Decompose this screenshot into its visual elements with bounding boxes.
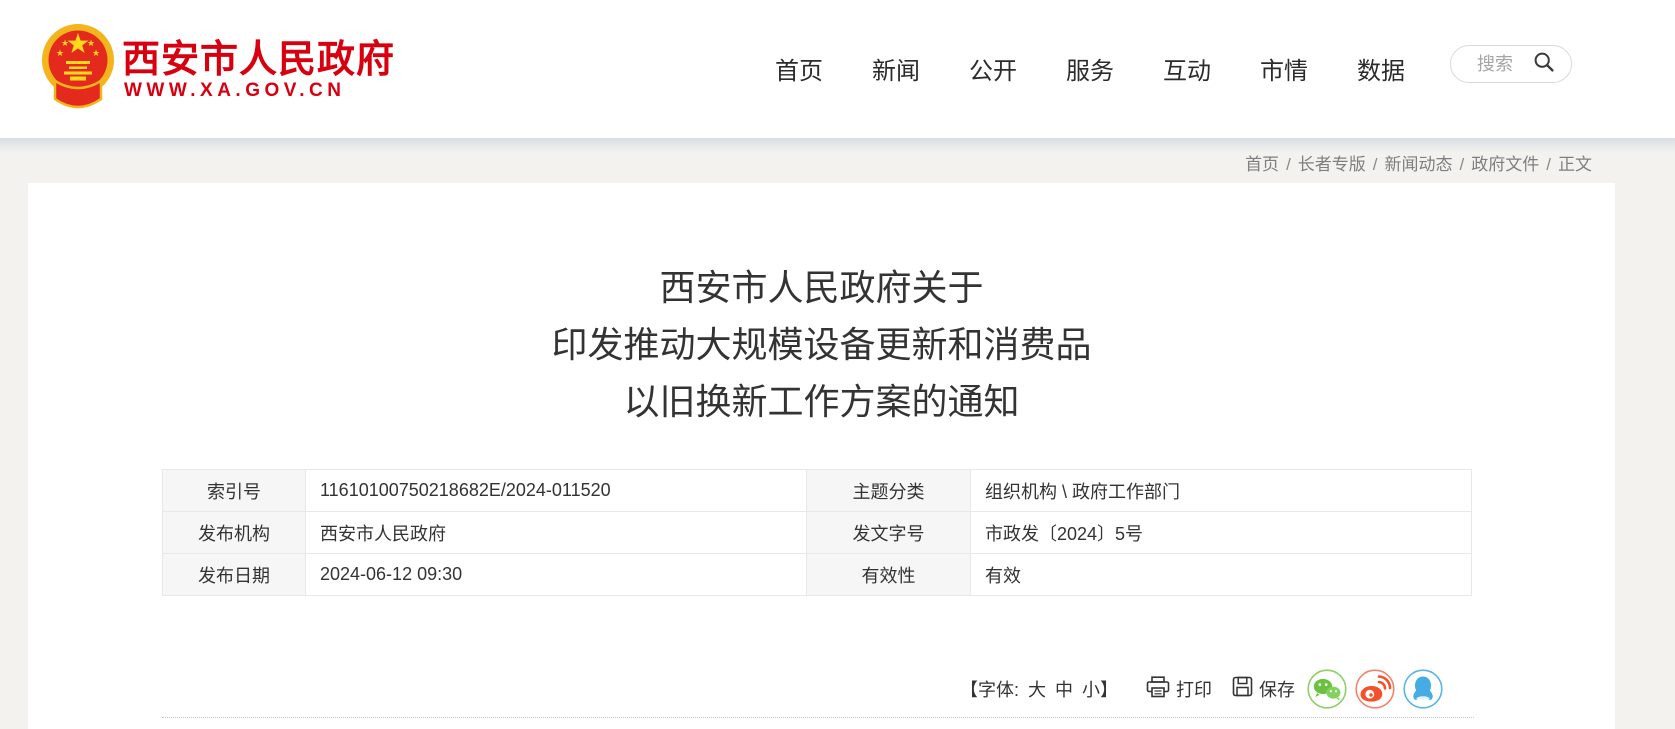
save-icon xyxy=(1232,676,1253,702)
document-title-line-1: 西安市人民政府关于 xyxy=(28,259,1615,316)
table-row: 发布机构 西安市人民政府 发文字号 市政发〔2024〕5号 xyxy=(163,512,1472,554)
document-title-line-2: 印发推动大规模设备更新和消费品 xyxy=(28,316,1615,373)
nav-item-data[interactable]: 数据 xyxy=(1357,51,1405,86)
print-label: 打印 xyxy=(1176,676,1212,702)
nav-item-service[interactable]: 服务 xyxy=(1066,51,1114,86)
table-row: 索引号 11610100750218682E/2024-011520 主题分类 … xyxy=(163,470,1472,512)
page: ★ ★ ★ ★ 西安市人民政府 WWW.XA.GOV.CN 首页 新闻 公开 服… xyxy=(0,0,1675,729)
breadcrumb-separator: / xyxy=(1546,155,1551,174)
article-toolbar: 【字体: 大 中 小 】 打印 xyxy=(960,667,1443,711)
search-icon[interactable] xyxy=(1533,51,1555,78)
nav-item-home[interactable]: 首页 xyxy=(775,51,823,86)
nav-item-news[interactable]: 新闻 xyxy=(872,51,920,86)
document-title-line-3: 以旧换新工作方案的通知 xyxy=(28,373,1615,430)
svg-text:★: ★ xyxy=(92,48,100,58)
svg-text:★: ★ xyxy=(61,38,69,48)
font-size-small-button[interactable]: 小 xyxy=(1082,676,1100,702)
site-title: 西安市人民政府 xyxy=(122,28,395,83)
breadcrumb-govdocs[interactable]: 政府文件 xyxy=(1471,155,1539,174)
breadcrumb-separator: / xyxy=(1460,155,1465,174)
wechat-icon[interactable] xyxy=(1307,669,1347,709)
meta-label: 索引号 xyxy=(163,470,306,512)
meta-label: 有效性 xyxy=(807,554,971,596)
meta-value: 组织机构 \ 政府工作部门 xyxy=(971,470,1472,512)
meta-value: 有效 xyxy=(971,554,1472,596)
main-nav: 首页 新闻 公开 服务 互动 市情 数据 xyxy=(775,51,1405,86)
breadcrumb-home[interactable]: 首页 xyxy=(1245,155,1279,174)
font-size-suffix: 】 xyxy=(1100,676,1118,702)
svg-text:★: ★ xyxy=(56,48,64,58)
meta-value: 西安市人民政府 xyxy=(306,512,807,554)
font-size-large-button[interactable]: 大 xyxy=(1028,676,1046,702)
site-header: ★ ★ ★ ★ 西安市人民政府 WWW.XA.GOV.CN 首页 新闻 公开 服… xyxy=(0,0,1675,138)
meta-label: 发文字号 xyxy=(807,512,971,554)
font-size-control: 【字体: 大 中 小 】 xyxy=(960,676,1118,702)
site-url: WWW.XA.GOV.CN xyxy=(124,80,345,102)
nav-item-interact[interactable]: 互动 xyxy=(1163,51,1211,86)
table-row: 发布日期 2024-06-12 09:30 有效性 有效 xyxy=(163,554,1472,596)
national-emblem-icon[interactable]: ★ ★ ★ ★ xyxy=(40,20,116,116)
search-input[interactable] xyxy=(1477,54,1529,75)
meta-label: 发布机构 xyxy=(163,512,306,554)
meta-value: 11610100750218682E/2024-011520 xyxy=(306,470,807,512)
font-size-medium-button[interactable]: 中 xyxy=(1055,676,1073,702)
nav-item-city[interactable]: 市情 xyxy=(1260,51,1308,86)
weibo-icon[interactable] xyxy=(1355,669,1395,709)
breadcrumb-separator: / xyxy=(1373,155,1378,174)
print-button[interactable]: 打印 xyxy=(1146,676,1212,703)
print-icon xyxy=(1146,676,1170,703)
document-title: 西安市人民政府关于 印发推动大规模设备更新和消费品 以旧换新工作方案的通知 xyxy=(28,259,1615,430)
meta-value: 2024-06-12 09:30 xyxy=(306,554,807,596)
meta-value: 市政发〔2024〕5号 xyxy=(971,512,1472,554)
qq-icon[interactable] xyxy=(1403,669,1443,709)
save-button[interactable]: 保存 xyxy=(1232,676,1295,702)
breadcrumb-elderly[interactable]: 长者专版 xyxy=(1298,155,1366,174)
search-box[interactable] xyxy=(1450,45,1572,83)
breadcrumb-separator: / xyxy=(1286,155,1291,174)
document-meta-table: 索引号 11610100750218682E/2024-011520 主题分类 … xyxy=(162,469,1472,596)
font-size-prefix: 【字体: xyxy=(960,676,1019,702)
save-label: 保存 xyxy=(1259,676,1295,702)
svg-text:★: ★ xyxy=(87,38,95,48)
breadcrumb-current: 正文 xyxy=(1558,155,1592,174)
breadcrumb-newslist[interactable]: 新闻动态 xyxy=(1385,155,1453,174)
breadcrumb: 首页 / 长者专版 / 新闻动态 / 政府文件 / 正文 xyxy=(1245,150,1592,175)
meta-label: 发布日期 xyxy=(163,554,306,596)
meta-label: 主题分类 xyxy=(807,470,971,512)
share-buttons xyxy=(1307,669,1443,709)
nav-item-open[interactable]: 公开 xyxy=(969,51,1017,86)
content-divider xyxy=(162,717,1474,718)
